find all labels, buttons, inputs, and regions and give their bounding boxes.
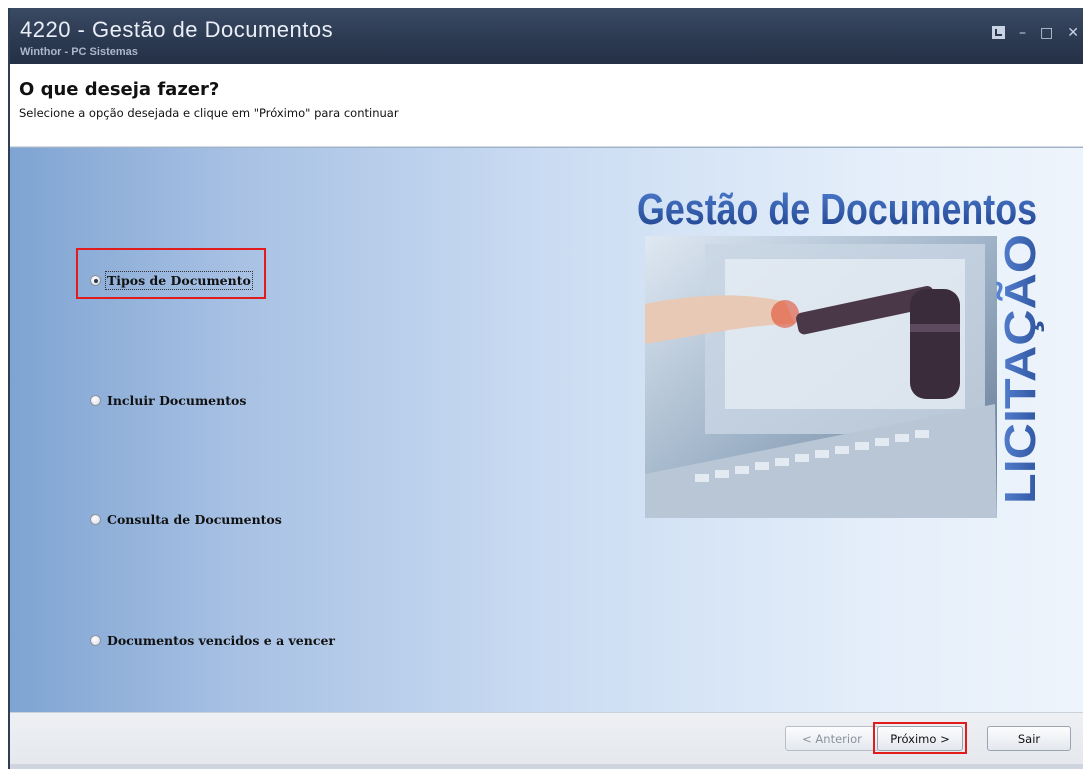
- maximize-icon[interactable]: □: [1040, 26, 1053, 40]
- window-title: 4220 - Gestão de Documentos: [20, 17, 334, 42]
- status-strip: [10, 764, 1083, 769]
- page-instruction: Selecione a opção desejada e clique em "…: [19, 106, 399, 120]
- option-label: Documentos vencidos e a vencer: [107, 633, 335, 648]
- gestao-documentos-banner: Gestão de Documentos LICITAÇÃO: [637, 185, 1045, 518]
- exit-button[interactable]: Sair: [987, 726, 1071, 751]
- app-window: 4220 - Gestão de Documentos Winthor - PC…: [8, 8, 1083, 769]
- options-panel: Tipos de Documento Incluir Documentos Co…: [10, 147, 1083, 712]
- radio-icon[interactable]: [90, 514, 101, 525]
- banner-title: Gestão de Documentos: [637, 185, 1037, 234]
- radio-icon[interactable]: [90, 395, 101, 406]
- back-button[interactable]: < Anterior: [785, 726, 879, 751]
- option-documentos-vencidos[interactable]: Documentos vencidos e a vencer: [90, 633, 335, 648]
- back-button-label: < Anterior: [802, 731, 862, 746]
- next-button-highlight: [873, 722, 967, 754]
- option-label: Tipos de Documento: [105, 271, 253, 290]
- radio-selected-icon[interactable]: [90, 275, 101, 286]
- option-label: Consulta de Documentos: [107, 512, 282, 527]
- close-icon[interactable]: ✕: [1067, 26, 1079, 40]
- glow-shape: [771, 300, 799, 328]
- window-subtitle: Winthor - PC Sistemas: [20, 46, 138, 58]
- exit-button-label: Sair: [1017, 731, 1041, 746]
- page-title: O que deseja fazer?: [19, 79, 220, 100]
- option-label: Incluir Documentos: [107, 393, 247, 408]
- banner-side-text: LICITAÇÃO: [995, 234, 1045, 504]
- wizard-footer: < Anterior Próximo > Sair: [10, 712, 1083, 769]
- restore-icon[interactable]: [992, 26, 1006, 39]
- wizard-header: O que deseja fazer? Selecione a opção de…: [10, 64, 1083, 147]
- option-consulta-de-documentos[interactable]: Consulta de Documentos: [90, 512, 282, 527]
- window-controls: – □ ✕: [992, 26, 1079, 40]
- gavel-head: [910, 289, 960, 399]
- minimize-icon[interactable]: –: [1019, 26, 1026, 40]
- option-incluir-documentos[interactable]: Incluir Documentos: [90, 393, 246, 408]
- title-bar[interactable]: 4220 - Gestão de Documentos Winthor - PC…: [10, 8, 1083, 64]
- radio-icon[interactable]: [90, 635, 101, 646]
- option-tipos-de-documento[interactable]: Tipos de Documento: [90, 271, 253, 290]
